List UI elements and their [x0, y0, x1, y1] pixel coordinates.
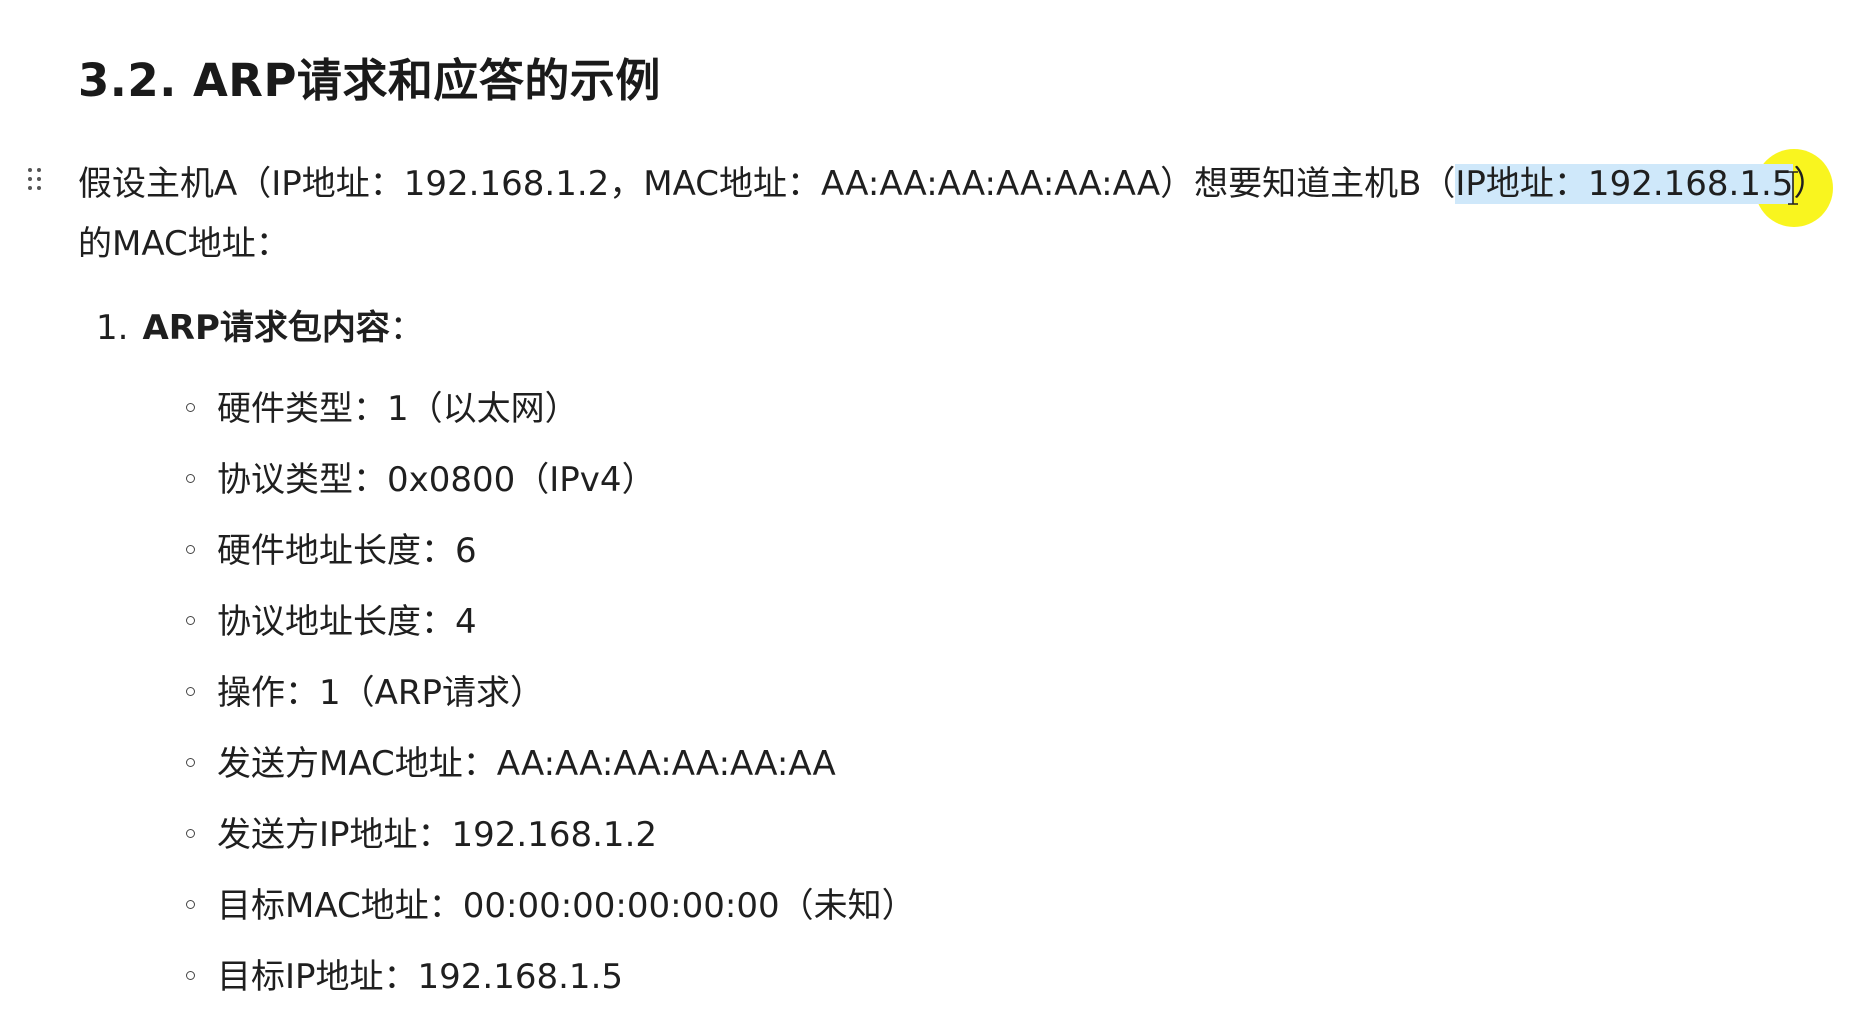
list-item-text: 协议类型：0x0800（IPv4）	[217, 460, 656, 500]
intro-line-2: 的MAC地址：	[78, 224, 290, 264]
intro-paragraph[interactable]: 假设主机A（IP地址：192.168.1.2，MAC地址：AA:AA:AA:AA…	[78, 154, 1838, 274]
bullet-icon	[186, 687, 195, 696]
bullet-icon	[186, 403, 195, 412]
list-number: 1.	[96, 308, 129, 348]
bullet-icon	[186, 616, 195, 625]
bullet-icon	[186, 474, 195, 483]
list-heading: 1. ARP请求包内容：	[96, 300, 424, 349]
list-item: 发送方MAC地址：AA:AA:AA:AA:AA:AA	[186, 725, 916, 796]
list-item-text: 目标IP地址：192.168.1.5	[217, 957, 624, 997]
list-item-text: 目标MAC地址：00:00:00:00:00:00（未知）	[217, 886, 916, 926]
list-item: 硬件类型：1（以太网）	[186, 370, 916, 441]
intro-line-1: 假设主机A（IP地址：192.168.1.2，MAC地址：AA:AA:AA:AA…	[78, 154, 1838, 214]
selected-text[interactable]: IP地址：192.168.1.5	[1455, 164, 1794, 204]
list-item-text: 硬件类型：1（以太网）	[217, 389, 579, 429]
list-item-text: 操作：1（ARP请求）	[217, 673, 545, 713]
list-item: 目标IP地址：192.168.1.5	[186, 938, 916, 1009]
document-page: 3.2. ARP请求和应答的示例 假设主机A（IP地址：192.168.1.2，…	[0, 0, 1861, 1003]
list-item: 目标MAC地址：00:00:00:00:00:00（未知）	[186, 867, 916, 938]
list-title-suffix: ：	[389, 308, 424, 348]
list-item: 硬件地址长度：6	[186, 512, 916, 583]
bullet-icon	[186, 971, 195, 980]
bullet-icon	[186, 900, 195, 909]
intro-text-1: 假设主机A（IP地址：192.168.1.2，MAC地址：AA:AA:AA:AA…	[78, 164, 1456, 204]
bullet-icon	[186, 829, 195, 838]
list-item-text: 发送方MAC地址：AA:AA:AA:AA:AA:AA	[217, 744, 836, 784]
list-item-text: 硬件地址长度：6	[217, 531, 477, 571]
arp-request-fields: 硬件类型：1（以太网） 协议类型：0x0800（IPv4） 硬件地址长度：6 协…	[186, 370, 916, 1009]
bullet-icon	[186, 545, 195, 554]
section-heading: 3.2. ARP请求和应答的示例	[78, 54, 661, 107]
drag-handle-icon[interactable]	[26, 166, 46, 194]
list-item: 操作：1（ARP请求）	[186, 654, 916, 725]
list-item: 发送方IP地址：192.168.1.2	[186, 796, 916, 867]
list-title: ARP请求包内容	[142, 308, 390, 348]
list-item: 协议类型：0x0800（IPv4）	[186, 441, 916, 512]
intro-text-2: ）	[1793, 164, 1828, 204]
bullet-icon	[186, 758, 195, 767]
list-item-text: 发送方IP地址：192.168.1.2	[217, 815, 658, 855]
list-item-text: 协议地址长度：4	[217, 602, 477, 642]
list-item: 协议地址长度：4	[186, 583, 916, 654]
